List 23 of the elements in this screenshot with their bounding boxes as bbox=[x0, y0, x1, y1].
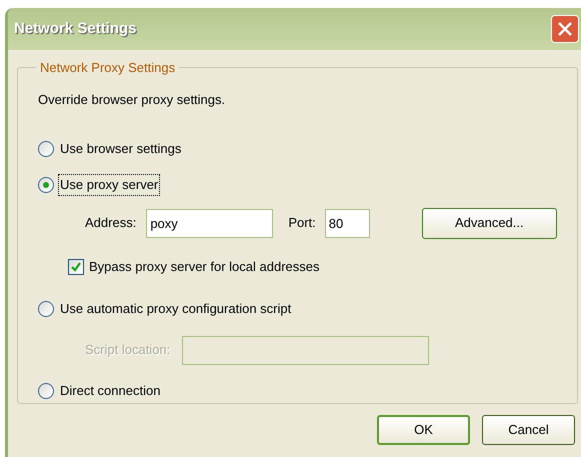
window-title: Network Settings bbox=[14, 18, 137, 39]
radio-button[interactable] bbox=[38, 141, 54, 157]
port-label: Port: bbox=[288, 214, 316, 232]
script-location-label: Script location: bbox=[85, 341, 170, 360]
radio-label[interactable]: Direct connection bbox=[58, 380, 162, 402]
radio-label[interactable]: Use automatic proxy configuration script bbox=[58, 298, 294, 320]
radio-button[interactable] bbox=[38, 301, 54, 317]
port-field[interactable]: 80 bbox=[324, 208, 370, 238]
dialog-button[interactable]: OK bbox=[377, 415, 470, 445]
dialog-button[interactable]: Cancel bbox=[482, 415, 575, 445]
address-field[interactable]: poxy bbox=[146, 208, 274, 238]
group-legend: Network Proxy Settings bbox=[36, 58, 180, 78]
description-text: Override browser proxy settings. bbox=[38, 90, 226, 109]
radio-label[interactable]: Use browser settings bbox=[58, 138, 184, 160]
checkbox[interactable] bbox=[68, 259, 84, 275]
advanced-button[interactable]: Advanced... bbox=[422, 208, 557, 238]
radio-label[interactable]: Use proxy server bbox=[58, 174, 160, 196]
radio-button[interactable] bbox=[38, 177, 54, 193]
address-label: Address: bbox=[85, 214, 136, 232]
checkbox-label[interactable]: Bypass proxy server for local addresses bbox=[89, 257, 320, 277]
close-button[interactable] bbox=[551, 15, 579, 43]
close-icon bbox=[557, 21, 573, 37]
radio-button[interactable] bbox=[38, 383, 54, 399]
